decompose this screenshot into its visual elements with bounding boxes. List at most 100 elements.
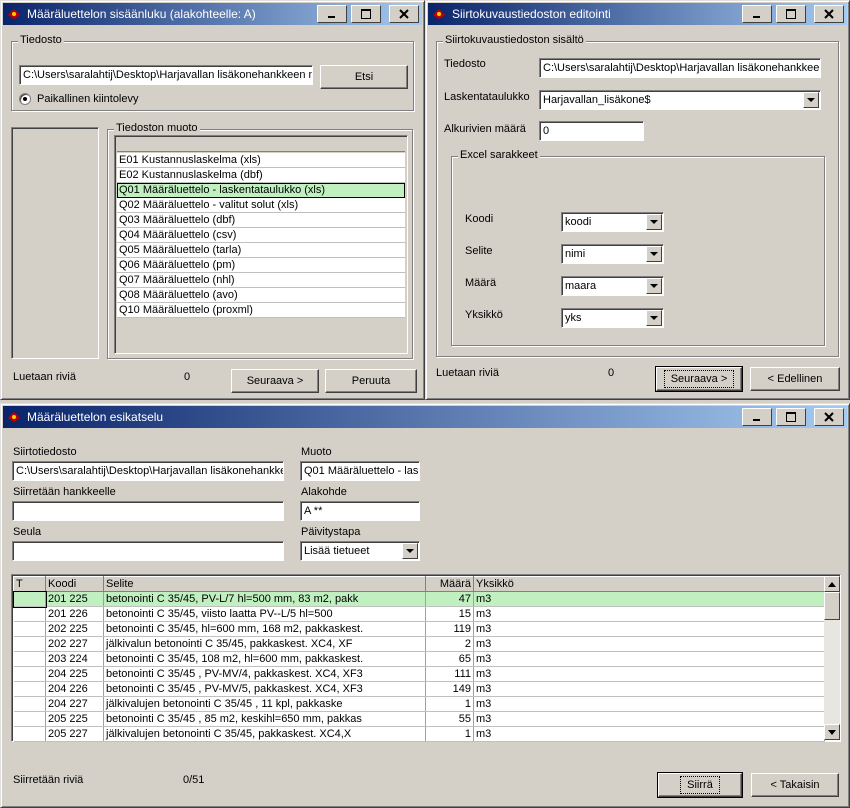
table-row[interactable]: 204 226 betonointi C 35/45 , PV-MV/5, pak…: [13, 681, 825, 697]
seula-field[interactable]: [12, 541, 284, 561]
table-row[interactable]: 205 225 betonointi C 35/45 , 85 m2, keski…: [13, 711, 825, 727]
table-row[interactable]: 202 227 jälkivalun betonointi C 35/45, pa…: [13, 636, 825, 652]
title-bar[interactable]: Määräluettelon esikatselu: [3, 406, 847, 428]
alkurivit-field[interactable]: 0: [539, 121, 644, 141]
cell-koodi: 203 224: [45, 651, 104, 667]
sisalto-caption: Siirtokuvaustiedoston sisältö: [443, 34, 586, 46]
file-path-field[interactable]: C:\Users\saralahtij\Desktop\Harjavallan …: [19, 65, 313, 85]
format-list-item[interactable]: E02 Kustannuslaskelma (dbf): [117, 168, 405, 183]
alakohde-label: Alakohde: [301, 486, 347, 498]
preview-grid-frame: T Koodi Selite Määrä Yksikkö 201 225 beto…: [11, 574, 841, 742]
muoto-label: Muoto: [301, 446, 332, 458]
alakohde-field[interactable]: A **: [300, 501, 420, 521]
edellinen-button[interactable]: < Edellinen: [750, 367, 840, 391]
chevron-down-icon[interactable]: [646, 278, 662, 294]
cell-selite: betonointi C 35/45 , PV-MV/5, pakkaskest…: [103, 681, 426, 697]
chevron-down-icon[interactable]: [402, 543, 418, 559]
window-editointi: Siirtokuvaustiedoston editointi Siirtoku…: [425, 0, 850, 400]
excel-field-value: nimi: [565, 248, 586, 260]
table-row[interactable]: 204 227 jälkivalujen betonointi C 35/45 ,…: [13, 696, 825, 712]
table-header: T Koodi Selite Määrä Yksikkö: [13, 576, 825, 592]
col-t[interactable]: T: [13, 576, 46, 592]
preview-table[interactable]: T Koodi Selite Määrä Yksikkö 201 225 beto…: [12, 576, 825, 742]
siirretaan-value: 0/51: [183, 774, 205, 786]
siirtotiedosto-field[interactable]: C:\Users\saralahtij\Desktop\Harjavallan …: [12, 461, 284, 481]
maximize-button[interactable]: [351, 5, 381, 23]
takaisin-button[interactable]: < Takaisin: [751, 773, 839, 797]
vertical-scrollbar[interactable]: [824, 576, 840, 740]
cell-maara: 47: [425, 591, 474, 607]
window-title: Määräluettelon sisäänluku (alakohteelle:…: [27, 7, 256, 21]
minimize-button[interactable]: [742, 5, 772, 23]
excel-field-select[interactable]: koodi: [561, 212, 664, 232]
scroll-down-button[interactable]: [824, 724, 840, 740]
format-list[interactable]: E01 Kustannuslaskelma (xls) E02 Kustannus…: [114, 135, 408, 354]
scroll-up-button[interactable]: [824, 576, 840, 592]
minimize-icon: [753, 419, 760, 421]
siirra-label: Siirrä: [680, 776, 720, 794]
minimize-button[interactable]: [742, 408, 772, 426]
paikallinen-radio[interactable]: [19, 93, 31, 105]
format-list-item[interactable]: Q05 Määräluettelo (tarla): [117, 243, 405, 258]
tiedosto-field[interactable]: C:\Users\saralahtij\Desktop\Harjavallan …: [539, 58, 821, 78]
chevron-down-icon[interactable]: [646, 246, 662, 262]
table-row[interactable]: 202 225 betonointi C 35/45, hl=600 mm, 16…: [13, 621, 825, 637]
maximize-button[interactable]: [776, 5, 806, 23]
cell-maara: 111: [425, 666, 474, 682]
format-list-item[interactable]: Q07 Määräluettelo (nhl): [117, 273, 405, 288]
scroll-thumb[interactable]: [824, 592, 840, 620]
cell-maara: 2: [425, 636, 474, 652]
chevron-down-icon[interactable]: [803, 92, 819, 108]
title-bar[interactable]: Siirtokuvaustiedoston editointi: [428, 3, 847, 25]
window-sisaanluku: Määräluettelon sisäänluku (alakohteelle:…: [0, 0, 425, 400]
maximize-icon: [786, 412, 796, 422]
format-list-item[interactable]: Q10 Määräluettelo (proxml): [117, 303, 405, 318]
maximize-button[interactable]: [776, 408, 806, 426]
hanke-field[interactable]: [12, 501, 284, 521]
arrow-down-icon: [828, 729, 836, 735]
seula-label: Seula: [13, 526, 42, 538]
paivitystapa-select[interactable]: Lisää tietueet: [300, 541, 420, 561]
format-list-item[interactable]: Q04 Määräluettelo (csv): [117, 228, 405, 243]
cell-maara: 1: [425, 726, 474, 742]
format-list-item[interactable]: Q02 Määräluettelo - valitut solut (xls): [117, 198, 405, 213]
cell-maara: 65: [425, 651, 474, 667]
excel-field-select[interactable]: nimi: [561, 244, 664, 264]
laskentataulukko-select[interactable]: Harjavallan_lisäkone$: [539, 90, 821, 110]
seuraava-button[interactable]: Seuraava >: [655, 366, 743, 392]
table-row[interactable]: 201 225 betonointi C 35/45, PV-L/7 hl=500…: [12, 590, 825, 608]
etsi-button[interactable]: Etsi: [320, 65, 408, 89]
col-koodi[interactable]: Koodi: [45, 576, 104, 592]
cell-maara: 1: [425, 696, 474, 712]
chevron-down-icon[interactable]: [646, 214, 662, 230]
window-title: Siirtokuvaustiedoston editointi: [452, 7, 611, 21]
table-row[interactable]: 203 224 betonointi C 35/45, 108 m2, hl=60…: [13, 651, 825, 667]
seuraava-button[interactable]: Seuraava >: [231, 369, 319, 393]
col-selite[interactable]: Selite: [103, 576, 426, 592]
col-yksikko[interactable]: Yksikkö: [473, 576, 825, 592]
format-list-item[interactable]: Q01 Määräluettelo - laskentataulukko (xl…: [117, 183, 405, 198]
excel-field-select[interactable]: yks: [561, 308, 664, 328]
format-list-item[interactable]: Q03 Määräluettelo (dbf): [117, 213, 405, 228]
siirra-button[interactable]: Siirrä: [657, 772, 743, 798]
table-row[interactable]: 201 226 betonointi C 35/45, viisto laatta…: [13, 606, 825, 622]
format-list-item[interactable]: Q06 Määräluettelo (pm): [117, 258, 405, 273]
peruuta-button[interactable]: Peruuta: [325, 369, 417, 393]
table-row[interactable]: 205 227 jälkivalujen betonointi C 35/45, …: [13, 726, 825, 742]
minimize-button[interactable]: [317, 5, 347, 23]
close-button[interactable]: [389, 5, 419, 23]
close-button[interactable]: [814, 408, 844, 426]
col-maara[interactable]: Määrä: [425, 576, 474, 592]
close-button[interactable]: [814, 5, 844, 23]
muoto-field[interactable]: Q01 Määräluettelo - lask: [300, 461, 420, 481]
table-row[interactable]: 204 225 betonointi C 35/45 , PV-MV/4, pak…: [13, 666, 825, 682]
chevron-down-icon[interactable]: [646, 310, 662, 326]
muoto-caption: Tiedoston muoto: [114, 122, 200, 134]
cell-koodi: 202 225: [45, 621, 104, 637]
title-bar[interactable]: Määräluettelon sisäänluku (alakohteelle:…: [3, 3, 422, 25]
format-list-item[interactable]: Q08 Määräluettelo (avo): [117, 288, 405, 303]
cell-koodi: 204 225: [45, 666, 104, 682]
excel-field-select[interactable]: maara: [561, 276, 664, 296]
maximize-icon: [786, 9, 796, 19]
format-list-item[interactable]: E01 Kustannuslaskelma (xls): [117, 153, 405, 168]
